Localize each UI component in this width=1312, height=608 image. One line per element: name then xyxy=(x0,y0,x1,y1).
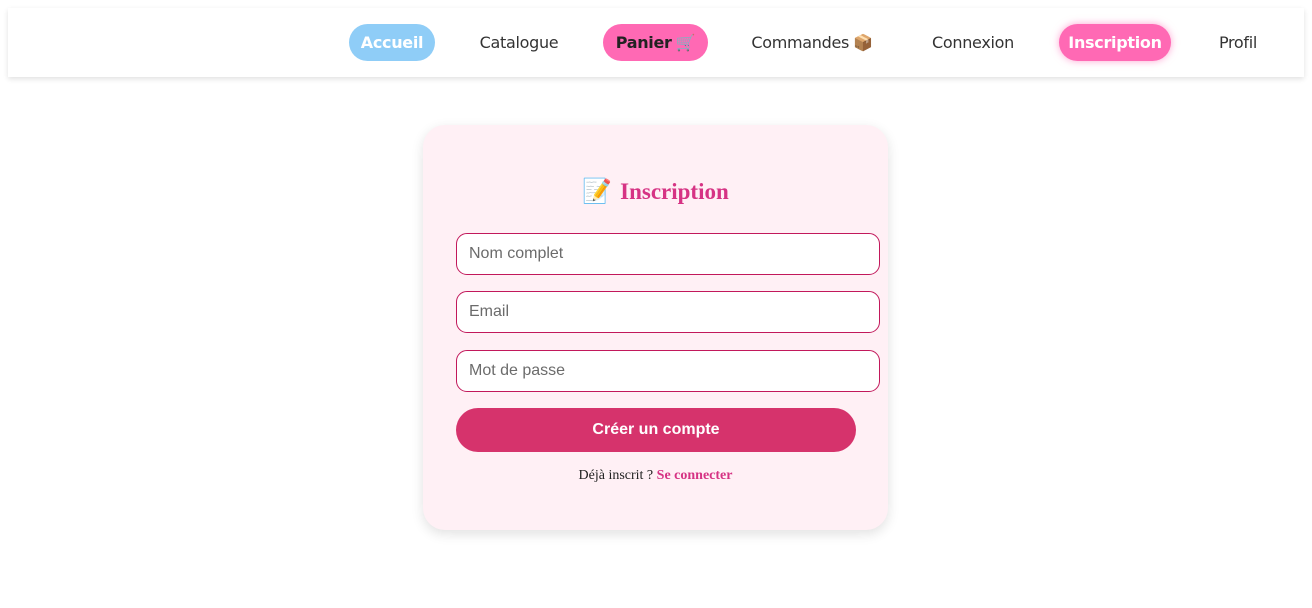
nav-profil-label: Profil xyxy=(1218,33,1258,52)
signup-card: 📝 Inscription Créer un compte Déjà inscri… xyxy=(423,125,888,530)
login-link[interactable]: Se connecter xyxy=(657,468,733,483)
page-title: 📝 Inscription xyxy=(423,177,888,206)
login-prompt-text: Déjà inscrit ? xyxy=(578,468,657,483)
create-account-button[interactable]: Créer un compte xyxy=(456,408,856,452)
nav-commandes-label: Commandes xyxy=(751,33,850,52)
login-prompt: Déjà inscrit ? Se connecter xyxy=(423,468,888,484)
nav-panier-label: Panier xyxy=(615,33,672,52)
nav-accueil[interactable]: Accueil xyxy=(349,24,435,61)
page-title-text: Inscription xyxy=(620,179,729,204)
nav-catalogue-label: Catalogue xyxy=(479,33,559,52)
nav-connexion-label: Connexion xyxy=(932,33,1014,52)
navbar: Accueil Catalogue Panier 🛒 Commandes 📦 Con… xyxy=(8,8,1304,77)
nav-accueil-label: Accueil xyxy=(360,33,424,52)
name-field[interactable] xyxy=(456,233,880,275)
nav-panier[interactable]: Panier 🛒 xyxy=(603,24,708,61)
email-field[interactable] xyxy=(456,291,880,333)
nav-connexion[interactable]: Connexion xyxy=(925,24,1021,61)
nav-inscription-label: Inscription xyxy=(1068,33,1162,52)
cart-icon: 🛒 xyxy=(675,33,696,52)
password-field[interactable] xyxy=(456,350,880,392)
nav-commandes[interactable]: Commandes 📦 xyxy=(748,24,876,61)
nav-inscription[interactable]: Inscription xyxy=(1059,24,1171,61)
memo-icon: 📝 xyxy=(582,179,613,205)
nav-catalogue[interactable]: Catalogue xyxy=(473,24,565,61)
package-icon: 📦 xyxy=(853,33,873,52)
nav-profil[interactable]: Profil xyxy=(1207,24,1269,61)
